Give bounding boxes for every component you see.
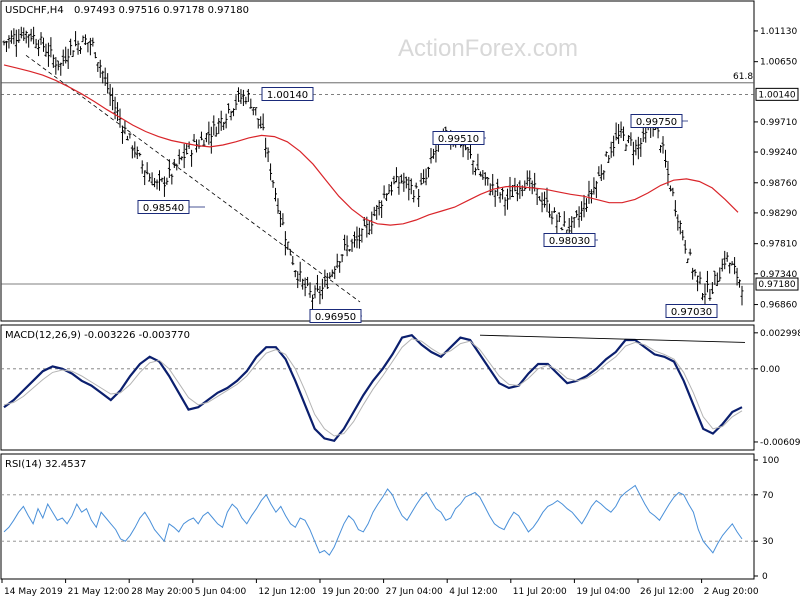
macd-y-label: 0.00 xyxy=(760,365,780,375)
x-label: 11 Jul 20:00 xyxy=(513,587,567,597)
x-label: 21 May 12:00 xyxy=(68,587,130,597)
macd-series xyxy=(1,333,754,443)
annotation-label: 0.96950 xyxy=(315,312,356,323)
price-y-label: 1.00650 xyxy=(760,58,797,68)
watermark: ActionForex.com xyxy=(398,35,578,62)
annotation-label: 0.98030 xyxy=(549,236,590,247)
chart-root: ActionForex.com USDCHF,H4 0.97493 0.9751… xyxy=(0,0,800,600)
price-y-label: 0.97810 xyxy=(760,240,797,250)
price-annotations: 1.00140 0.98540 0.99510 0.99750 0.98030 0.969… xyxy=(137,87,718,323)
x-axis: 14 May 2019 21 May 12:00 28 May 20:00 5 Jun… xyxy=(1,579,759,597)
x-label: 19 Jun 20:00 xyxy=(322,587,379,597)
rsi-title: RSI(14) 32.4537 xyxy=(5,459,86,470)
rsi-y-label: 100 xyxy=(762,456,779,466)
price-y-label: 1.01130 xyxy=(760,27,797,37)
rsi-y-label: 0 xyxy=(762,572,768,582)
price-y-label: 0.96860 xyxy=(760,301,797,311)
rsi-panel-frame xyxy=(0,453,755,580)
y-axes: 1.01130 1.00650 0.99710 0.99240 0.98760 0.982… xyxy=(754,27,800,582)
fib-label: 61.8 xyxy=(733,72,753,82)
annotation-label: 1.00140 xyxy=(267,90,308,101)
price-symbol-label: USDCHF,H4 xyxy=(5,5,64,16)
macd-line xyxy=(3,333,743,443)
moving-average xyxy=(3,64,739,226)
ma-line xyxy=(3,64,739,226)
macd-y-label: -0.006097 xyxy=(760,438,800,448)
x-label: 26 Jul 12:00 xyxy=(640,587,694,597)
rsi-y-label: 30 xyxy=(762,537,774,547)
price-y-label: 0.99710 xyxy=(760,118,797,128)
price-panel-frame xyxy=(0,0,755,322)
macd-signal-line xyxy=(3,338,743,437)
price-value-label: 0.97180 xyxy=(758,280,795,290)
price-y-label: 0.98760 xyxy=(760,179,797,189)
macd-trendline xyxy=(479,334,746,343)
rsi-line xyxy=(3,484,743,556)
annotation-label: 0.97030 xyxy=(671,307,712,318)
annotation-label: 0.98540 xyxy=(143,203,184,214)
x-label: 14 May 2019 xyxy=(4,587,63,597)
price-y-label: 0.99240 xyxy=(760,148,797,158)
price-ohlc-label: 0.97493 0.97516 0.97178 0.97180 xyxy=(74,5,249,16)
rsi-series xyxy=(1,484,754,556)
chart-svg: ActionForex.com USDCHF,H4 0.97493 0.9751… xyxy=(0,0,800,597)
price-y-label: 0.98290 xyxy=(760,209,797,219)
x-label: 28 May 20:00 xyxy=(131,587,193,597)
annotation-label: 0.99750 xyxy=(636,117,677,128)
macd-y-label: 0.002998 xyxy=(760,329,800,339)
x-label: 4 Jul 12:00 xyxy=(449,587,498,597)
x-label: 12 Jun 12:00 xyxy=(258,587,315,597)
price-series xyxy=(2,26,744,312)
x-label: 27 Jun 04:00 xyxy=(386,587,443,597)
rsi-y-label: 70 xyxy=(762,491,774,501)
price-levels xyxy=(1,54,754,303)
x-label: 5 Jun 04:00 xyxy=(195,587,247,597)
x-label: 2 Aug 20:00 xyxy=(704,587,759,597)
annotation-label: 0.99510 xyxy=(438,134,479,145)
price-value-label: 1.00140 xyxy=(758,90,795,100)
x-label: 19 Jul 04:00 xyxy=(576,587,630,597)
macd-title: MACD(12,26,9) -0.003226 -0.003770 xyxy=(5,330,190,341)
